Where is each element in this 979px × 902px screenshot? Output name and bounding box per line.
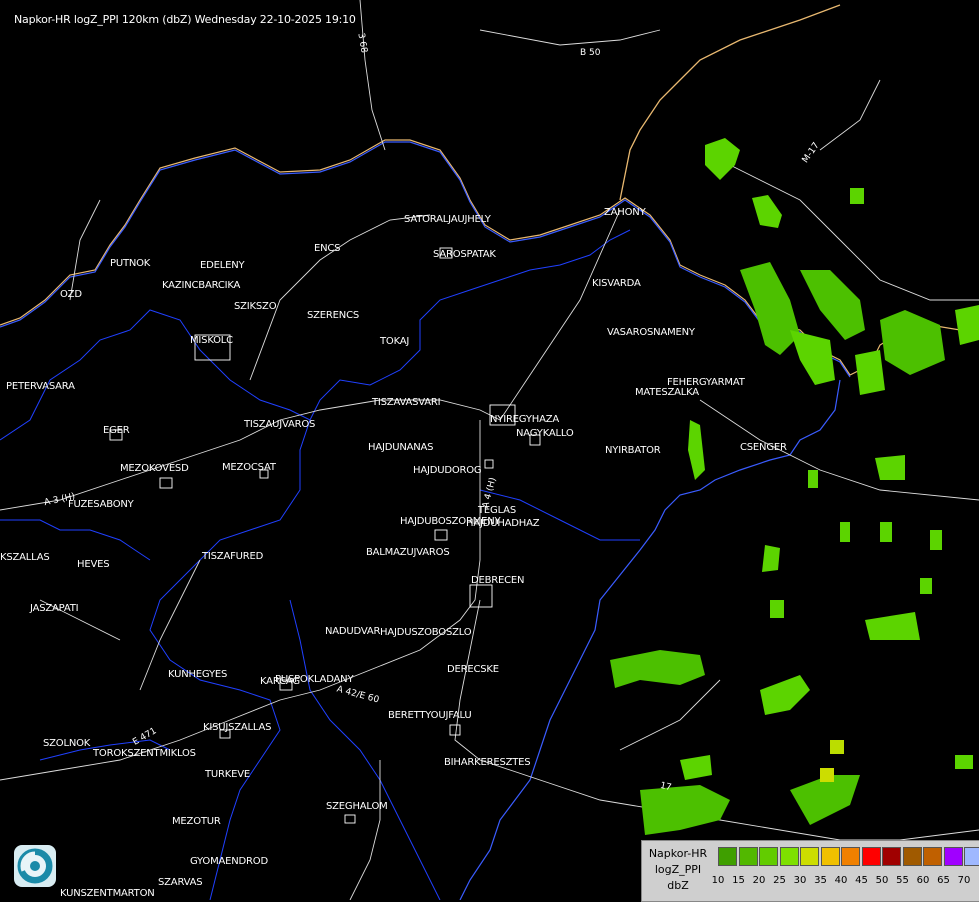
- legend-swatch: [964, 847, 979, 866]
- legend-product: logZ_PPI: [654, 863, 702, 876]
- town-label: KAZINCBARCIKA: [162, 280, 241, 291]
- town-label: HAJDUSZOBOSZLO: [380, 627, 472, 638]
- legend-swatch: [923, 847, 942, 866]
- town-label: TOKAJ: [380, 336, 410, 347]
- town-label: MEZOCSAT: [222, 462, 276, 473]
- legend-tick: 20: [752, 875, 766, 886]
- town-label: TISZAVASVARI: [372, 397, 441, 408]
- town-label: BALMAZUJVAROS: [366, 547, 450, 558]
- town-label: KSZALLAS: [0, 552, 50, 563]
- logo-icon: [14, 845, 56, 887]
- legend-swatch: [902, 847, 922, 866]
- town-label: NAGYKALLO: [516, 428, 574, 439]
- road-label: 17: [659, 780, 673, 794]
- legend-swatch: [779, 847, 799, 866]
- town-label: SZARVAS: [158, 877, 203, 888]
- legend-title: Napkor-HR: [648, 847, 708, 860]
- legend-tick: 15: [732, 875, 745, 886]
- legend-unit: dbZ: [667, 879, 689, 892]
- legend-swatch: [841, 847, 860, 866]
- legend-tick: 60: [916, 875, 930, 886]
- town-label: TISZAUJVAROS: [244, 419, 316, 430]
- town-label: NADUDVAR: [325, 626, 381, 637]
- town-label: EGER: [103, 425, 130, 436]
- legend-tick: 25: [773, 875, 786, 886]
- legend-tick: 55: [896, 875, 909, 886]
- town-label: TISZAFURED: [202, 551, 264, 562]
- town-label: ZAHONY: [604, 207, 646, 218]
- town-label: TOROKSZENTMIKLOS: [93, 748, 196, 759]
- town-label: KISUJSZALLAS: [203, 722, 272, 733]
- town-label: TURKEVE: [205, 769, 251, 780]
- legend-swatch: [800, 847, 819, 866]
- town-label: GYOMAENDROD: [190, 856, 268, 867]
- town-label: KUNHEGYES: [168, 669, 228, 680]
- town-label: JASZAPATI: [30, 603, 79, 614]
- map-title: Napkor-HR logZ_PPI 120km (dbZ) Wednesday…: [14, 13, 356, 26]
- legend-swatch: [943, 847, 963, 866]
- legend-swatch: [882, 847, 901, 866]
- legend-swatch: [759, 847, 778, 866]
- town-label: MATESZALKA: [635, 387, 699, 398]
- legend-tick: 30: [793, 875, 807, 886]
- legend-tick: 65: [937, 875, 950, 886]
- town-label: FUZESABONY: [68, 499, 134, 510]
- town-label: SATORALJAUJHELY: [404, 214, 491, 225]
- town-label: CSENGER: [740, 442, 787, 453]
- town-label: NYIRBATOR: [605, 445, 661, 456]
- legend-tick: 10: [711, 875, 725, 886]
- town-label: HEVES: [77, 559, 110, 570]
- town-label: OZD: [60, 289, 82, 300]
- town-label: HAJDUHADHAZ: [466, 518, 540, 529]
- legend-tick: 70: [957, 875, 971, 886]
- town-label: SZIKSZO: [234, 301, 277, 312]
- town-label: SZERENCS: [307, 310, 359, 321]
- legend-tick: 40: [834, 875, 848, 886]
- town-label: KISVARDA: [592, 278, 641, 289]
- town-label: BERETTYOUJFALU: [388, 710, 472, 721]
- town-label: SAROSPATAK: [433, 249, 496, 260]
- legend-swatch: [718, 847, 737, 866]
- town-label: SZOLNOK: [43, 738, 91, 749]
- legend-tick: 35: [814, 875, 827, 886]
- town-label: VASAROSNAMENY: [607, 327, 695, 338]
- town-label: HAJDUNANAS: [368, 442, 434, 453]
- legend-tick: 50: [875, 875, 889, 886]
- legend-swatch: [861, 847, 881, 866]
- town-label: DEBRECEN: [471, 575, 525, 586]
- color-legend: Napkor-HR logZ_PPI dbZ 10 15 20 25 30 35 40 45 5…: [641, 840, 979, 902]
- legend-swatch: [820, 847, 840, 866]
- town-label: SZEGHALOM: [326, 801, 388, 812]
- legend-tick: 45: [855, 875, 868, 886]
- town-label: NYIREGYHAZA: [490, 414, 560, 425]
- town-label: MEZOKOVESD: [120, 463, 189, 474]
- town-label: PUSPOKLADANY: [275, 674, 354, 685]
- road-label: B 50: [580, 48, 601, 58]
- legend-swatch: [738, 847, 758, 866]
- town-label: MISKOLC: [190, 335, 233, 346]
- town-label: DERECSKE: [447, 664, 499, 675]
- town-label: PUTNOK: [110, 258, 151, 269]
- town-label: KUNSZENTMARTON: [60, 888, 155, 899]
- town-label: MEZOTUR: [172, 816, 221, 827]
- town-label: HAJDUDOROG: [413, 465, 482, 476]
- town-label: EDELENY: [200, 260, 245, 271]
- town-label: PETERVASARA: [6, 381, 75, 392]
- town-label: BIHARKERESZTES: [444, 757, 531, 768]
- town-label: ENCS: [314, 243, 341, 254]
